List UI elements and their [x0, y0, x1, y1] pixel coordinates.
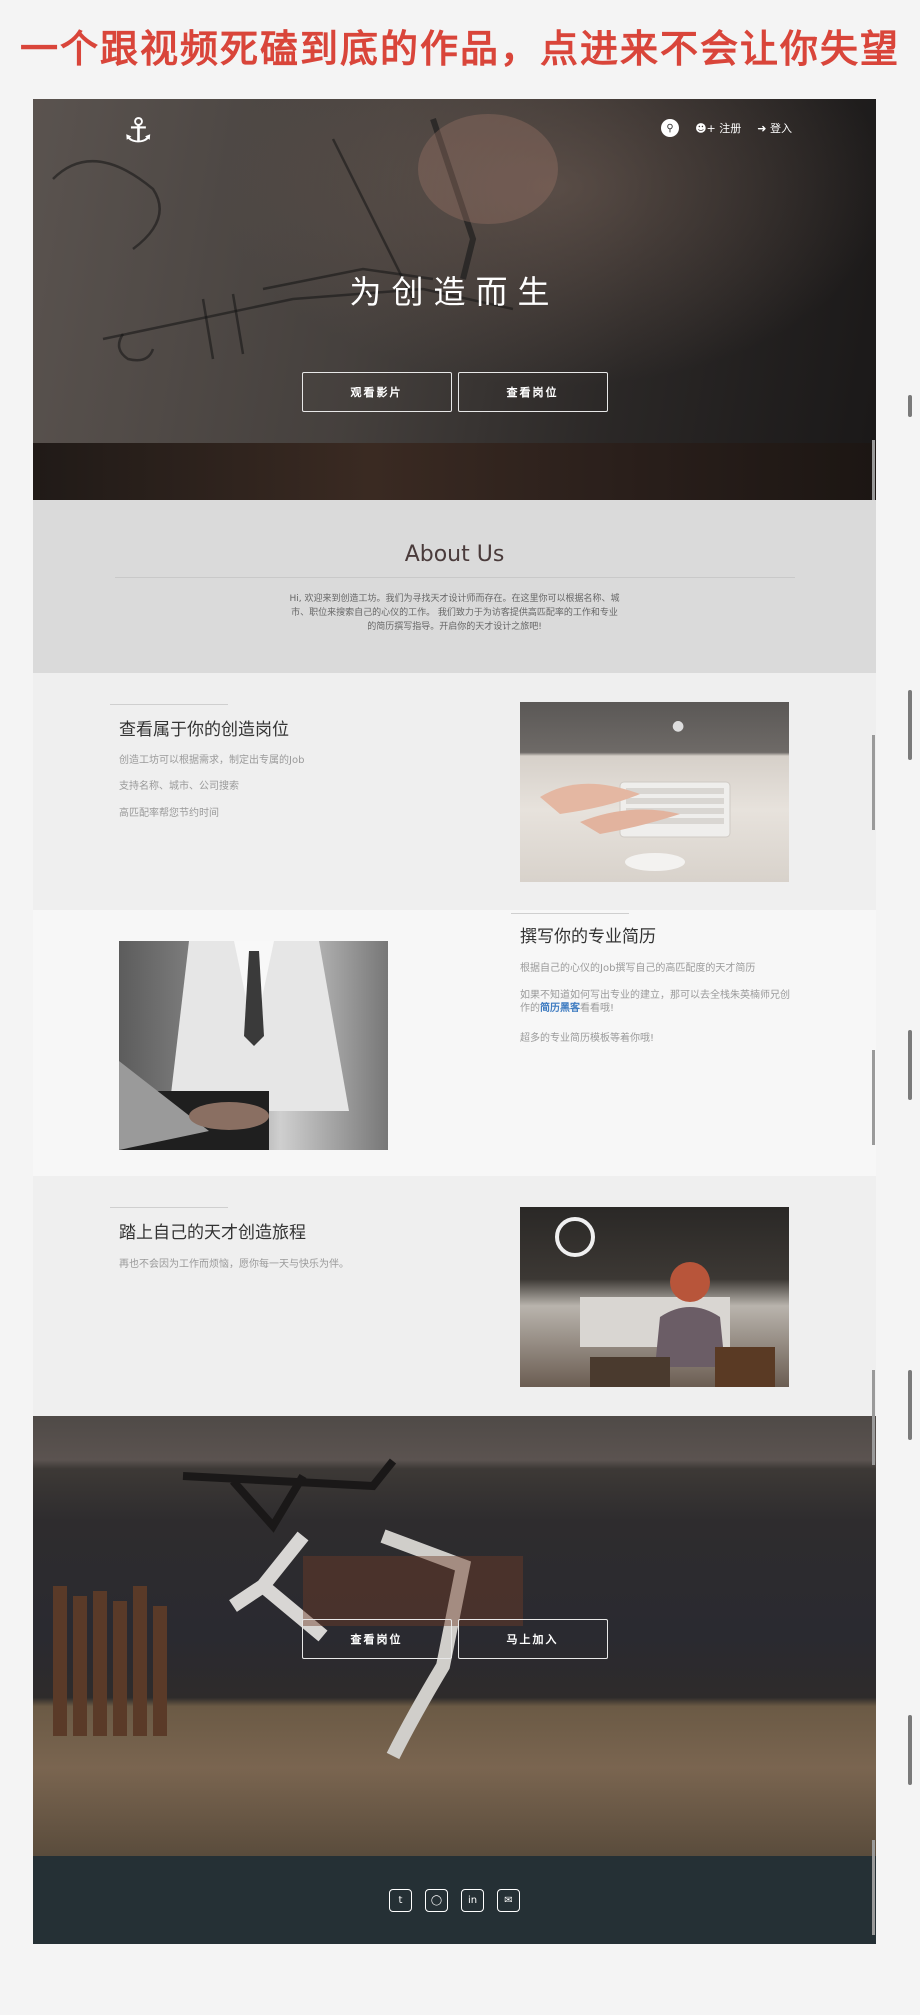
about-section: About Us Hi, 欢迎来到创造工坊。我们为寻找天才设计师而存在。在这里你… [33, 500, 876, 673]
inner-scroll-mark [872, 735, 875, 830]
feature-divider [110, 1207, 228, 1208]
office-keyboard-photo: ● [520, 702, 789, 882]
user-plus-icon: ☻+ [695, 122, 716, 135]
feature-resume: 撰写你的专业简历 根据自己的心仪的Job撰写自己的高匹配度的天才简历 如果不知道… [33, 910, 876, 1176]
feature-jobs: 查看属于你的创造岗位 创造工坊可以根据需求，制定出专属的Job 支持名称、城市、… [33, 673, 876, 910]
feature-title: 踏上自己的天才创造旅程 [119, 1223, 306, 1243]
register-link[interactable]: ☻+ 注册 [695, 120, 741, 136]
inner-scroll-mark [872, 1840, 875, 1935]
suit-laptop-photo [119, 941, 388, 1150]
feature-title: 撰写你的专业简历 [520, 927, 656, 947]
envelope-icon[interactable]: ✉ [497, 1888, 520, 1912]
feature-line: 超多的专业简历模板等着你哦! [520, 1033, 655, 1044]
promo-banner: 一个跟视频死磕到底的作品，点进来不会让你失望 [19, 27, 900, 71]
twitter-icon[interactable]: t [389, 1888, 412, 1912]
outer-scroll-mark [908, 690, 912, 760]
feature-journey: 踏上自己的天才创造旅程 再也不会因为工作而烦恼，愿你每一天与快乐为伴。 [33, 1176, 876, 1416]
login-link[interactable]: ➜ 登入 [757, 120, 792, 136]
cafe-woman-photo [520, 1207, 789, 1387]
resume-hacker-link[interactable]: 简历黑客 [540, 1003, 580, 1014]
outer-scroll-mark [908, 1370, 912, 1440]
inner-scroll-mark [872, 440, 875, 500]
feature-line: 支持名称、城市、公司搜索 [119, 781, 239, 792]
inner-scroll-mark [872, 1050, 875, 1145]
cta-buttons: 查看岗位 马上加入 [33, 1619, 876, 1659]
sign-in-icon: ➜ [757, 122, 767, 135]
feature-line: 高匹配率帮您节约时间 [119, 808, 219, 819]
linkedin-icon[interactable]: in [461, 1888, 484, 1912]
website-screenshot: ⚓ ⚲ ☻+ 注册 ➜ 登入 为创造而生 观看影片 查看岗位 About Us … [33, 99, 876, 1944]
feature-divider [511, 913, 629, 914]
hero-title: 为创造而生 [349, 273, 560, 311]
feature-line: 根据自己的心仪的Job撰写自己的高匹配度的天才简历 [520, 963, 756, 974]
search-icon[interactable]: ⚲ [661, 119, 680, 137]
cta-section: 查看岗位 马上加入 [33, 1416, 876, 1856]
feature-divider [110, 704, 228, 705]
hero-bottom-strip [33, 443, 876, 500]
top-nav: ⚲ ☻+ 注册 ➜ 登入 [661, 119, 792, 137]
hero-section: ⚓ ⚲ ☻+ 注册 ➜ 登入 为创造而生 观看影片 查看岗位 [33, 99, 876, 500]
about-divider [114, 577, 795, 578]
footer: t ◯ in ✉ [33, 1856, 876, 1944]
svg-text:●: ● [672, 718, 684, 734]
register-label: 注册 [719, 122, 742, 135]
outer-scroll-mark [908, 1715, 912, 1785]
feature-line-text: 看看哦! [580, 1003, 615, 1014]
hero-buttons: 观看影片 查看岗位 [33, 372, 876, 412]
about-title: About Us [404, 542, 505, 567]
watch-film-button[interactable]: 观看影片 [301, 372, 452, 412]
join-now-button[interactable]: 马上加入 [457, 1619, 608, 1659]
outer-scroll-mark [908, 1030, 912, 1100]
github-icon[interactable]: ◯ [425, 1888, 448, 1912]
anchor-icon[interactable]: ⚓ [123, 111, 153, 151]
about-text: Hi, 欢迎来到创造工坊。我们为寻找天才设计师而存在。在这里你可以根据名称、城市… [289, 594, 620, 632]
cta-view-jobs-button[interactable]: 查看岗位 [301, 1619, 452, 1659]
feature-line: 创造工坊可以根据需求，制定出专属的Job [119, 755, 305, 766]
feature-line: 如果不知道如何写出专业的建立，那可以去全栈朱英楠师兄创作的简历黑客看看哦! [520, 989, 795, 1015]
feature-title: 查看属于你的创造岗位 [119, 720, 289, 740]
inner-scroll-mark [872, 1370, 875, 1465]
login-label: 登入 [770, 122, 792, 135]
view-jobs-button[interactable]: 查看岗位 [457, 372, 608, 412]
outer-scroll-mark [908, 395, 912, 417]
feature-line: 再也不会因为工作而烦恼，愿你每一天与快乐为伴。 [119, 1259, 349, 1270]
